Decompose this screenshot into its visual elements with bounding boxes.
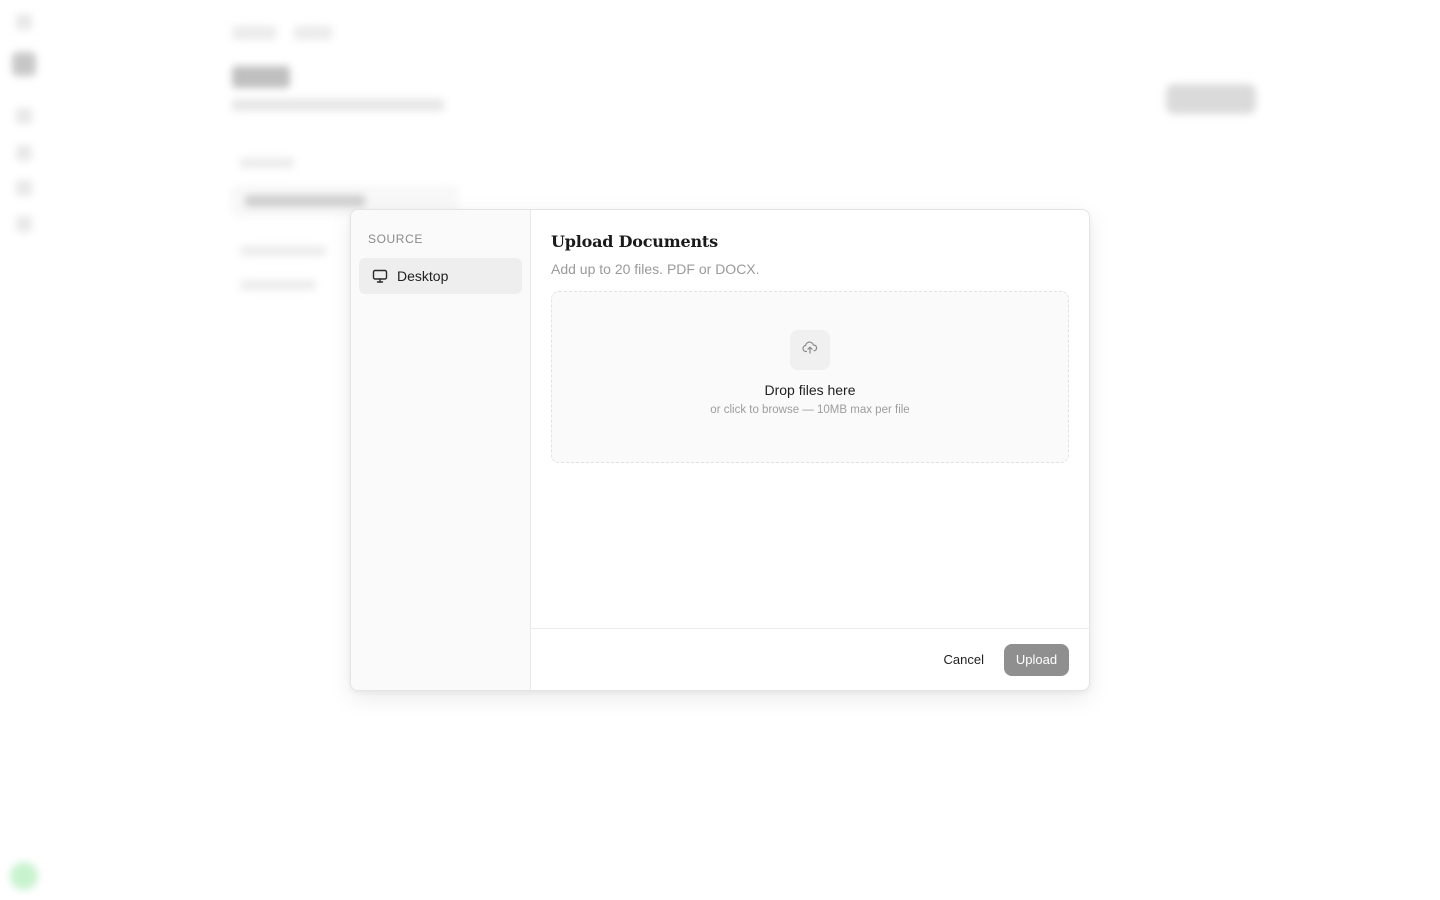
- rail-icon: [16, 216, 32, 232]
- dropzone-title: Drop files here: [764, 382, 856, 398]
- source-heading: SOURCE: [368, 232, 423, 246]
- dropzone-hint: or click to browse — 10MB max per file: [710, 404, 910, 416]
- background-primary-button: [1166, 84, 1256, 114]
- background-breadcrumb: [294, 26, 332, 40]
- rail-icon: [16, 108, 32, 124]
- background-page-subtitle: [232, 99, 444, 111]
- background-row: [240, 246, 326, 256]
- status-dot: [10, 862, 38, 890]
- cancel-button[interactable]: Cancel: [944, 646, 984, 673]
- dialog-title: Upload Documents: [551, 232, 718, 251]
- dialog-subtitle: Add up to 20 files. PDF or DOCX.: [551, 261, 760, 277]
- background-nav-rail: [0, 0, 48, 900]
- cloud-upload-icon: [802, 340, 818, 361]
- upload-dialog: SOURCE Desktop Upload Documents Add up t…: [350, 209, 1090, 691]
- dialog-footer: Cancel Upload: [531, 628, 1089, 690]
- source-item-desktop[interactable]: Desktop: [359, 258, 522, 294]
- background-field-label: [240, 158, 294, 168]
- background-breadcrumb: [232, 26, 276, 40]
- upload-button[interactable]: Upload: [1004, 643, 1069, 676]
- background-page-title: [232, 66, 290, 88]
- rail-logo-icon: [12, 52, 36, 76]
- rail-icon: [16, 145, 32, 161]
- source-sidebar: SOURCE Desktop: [351, 210, 531, 690]
- monitor-icon: [371, 267, 389, 285]
- rail-icon: [16, 14, 32, 30]
- rail-icon: [16, 180, 32, 196]
- source-item-label: Desktop: [397, 268, 449, 284]
- upload-icon-container: [790, 330, 830, 370]
- background-row: [240, 280, 316, 290]
- upload-panel: Upload Documents Add up to 20 files. PDF…: [531, 210, 1089, 690]
- file-dropzone[interactable]: Drop files here or click to browse — 10M…: [551, 291, 1069, 463]
